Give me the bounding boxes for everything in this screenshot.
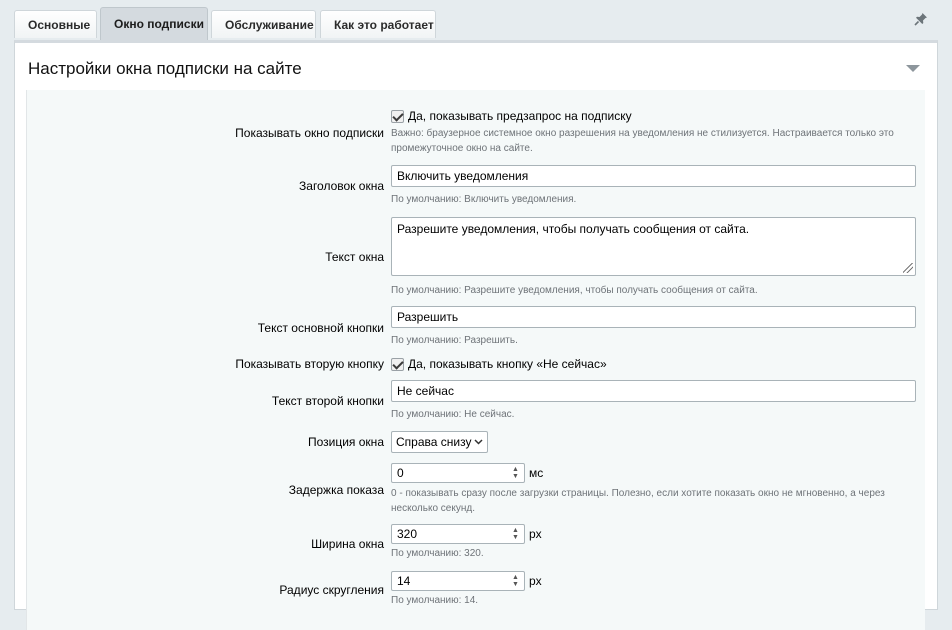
window-text-textarea[interactable]: Разрешите уведомления, чтобы получать со… [391, 217, 916, 276]
window-text-value: Разрешите уведомления, чтобы получать со… [397, 222, 750, 236]
second-button-label: Текст второй кнопки [271, 394, 384, 408]
radius-unit: px [529, 574, 542, 588]
resize-handle-icon[interactable] [903, 263, 913, 273]
pin-icon[interactable] [914, 12, 928, 26]
position-select-value: Справа снизу [396, 435, 472, 449]
delay-hint: 0 - показывать сразу после загрузки стра… [391, 488, 885, 514]
tab-main[interactable]: Основные [14, 10, 97, 38]
position-label: Позиция окна [307, 435, 384, 449]
window-title-input[interactable]: Включить уведомления [391, 165, 916, 187]
delay-unit: мс [529, 466, 544, 480]
width-hint: По умолчанию: 320. [391, 548, 484, 559]
spin-down-icon[interactable]: ▼ [512, 534, 522, 541]
chevron-down-icon [474, 439, 483, 445]
tab-how-it-works[interactable]: Как это работает [320, 10, 436, 38]
delay-spinner[interactable]: ▲ ▼ [512, 466, 522, 480]
delay-input[interactable]: 0 ▲ ▼ [391, 463, 525, 483]
tab-subscribe-window[interactable]: Окно подписки [100, 7, 208, 40]
primary-button-hint: По умолчанию: Разрешить. [391, 335, 518, 346]
show-prompt-hint: Важно: браузерное системное окно разреше… [391, 128, 894, 154]
second-button-hint: По умолчанию: Не сейчас. [391, 409, 515, 420]
collapse-arrow-icon[interactable] [906, 65, 920, 72]
settings-panel: Настройки окна подписки на сайте Да, пок… [14, 40, 938, 630]
show-prompt-checkbox[interactable] [391, 109, 404, 123]
radius-input[interactable]: 14 ▲ ▼ [391, 571, 525, 591]
show-second-checkbox[interactable] [391, 357, 404, 371]
window-title-hint: По умолчанию: Включить уведомления. [391, 194, 577, 205]
primary-button-label: Текст основной кнопки [257, 321, 384, 335]
radius-label: Радиус скругления [279, 583, 384, 597]
delay-value: 0 [397, 466, 404, 480]
radius-value: 14 [397, 574, 411, 588]
window-text-label: Текст окна [325, 250, 384, 264]
spin-up-icon[interactable]: ▲ [512, 527, 522, 534]
section-header: Настройки окна подписки на сайте [26, 45, 924, 92]
radius-spinner[interactable]: ▲ ▼ [512, 574, 522, 588]
show-prompt-checkbox-label: Да, показывать предзапрос на подписку [408, 109, 632, 123]
spin-up-icon[interactable]: ▲ [512, 466, 522, 473]
delay-label: Задержка показа [288, 483, 384, 497]
show-prompt-checkbox-row[interactable]: Да, показывать предзапрос на подписку [391, 109, 632, 123]
width-value: 320 [397, 527, 418, 541]
width-input[interactable]: 320 ▲ ▼ [391, 524, 525, 544]
primary-button-text-input[interactable]: Разрешить [391, 306, 916, 328]
form-area: Да, показывать предзапрос на подписку По… [26, 90, 925, 630]
spin-down-icon[interactable]: ▼ [512, 581, 522, 588]
width-spinner[interactable]: ▲ ▼ [512, 527, 522, 541]
radius-hint: По умолчанию: 14. [391, 595, 479, 606]
window-text-hint: По умолчанию: Разрешите уведомления, что… [391, 285, 758, 296]
width-label: Ширина окна [311, 537, 384, 551]
window-title-label: Заголовок окна [299, 179, 384, 193]
section-title: Настройки окна подписки на сайте [28, 59, 302, 78]
show-second-label: Показывать вторую кнопку [235, 357, 384, 371]
position-select[interactable]: Справа снизу [391, 431, 488, 453]
second-button-text-input[interactable]: Не сейчас [391, 380, 916, 402]
show-prompt-label: Показывать окно подписки [235, 126, 384, 140]
show-second-checkbox-row[interactable]: Да, показывать кнопку «Не сейчас» [391, 357, 607, 371]
spin-up-icon[interactable]: ▲ [512, 574, 522, 581]
tab-maintenance[interactable]: Обслуживание [211, 10, 316, 38]
spin-down-icon[interactable]: ▼ [512, 473, 522, 480]
width-unit: px [529, 527, 542, 541]
show-second-checkbox-label: Да, показывать кнопку «Не сейчас» [408, 357, 607, 371]
